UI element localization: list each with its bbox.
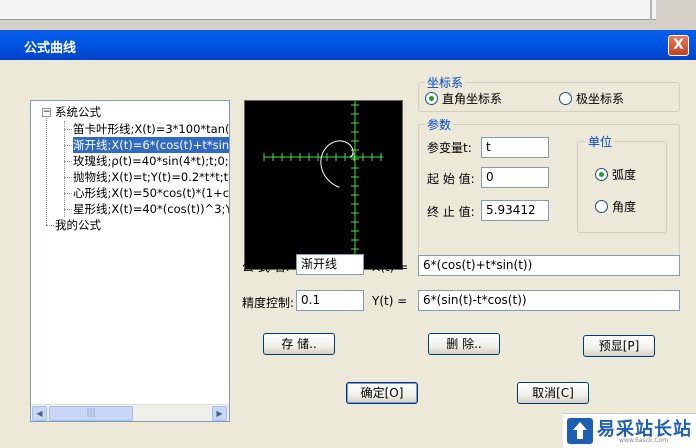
parameters-group: 参数 参变量t: t 起 始 值: 0 终 止 值: 5.93412 单位 弧度… <box>418 116 680 272</box>
y-formula-input[interactable]: 6*(sin(t)-t*cos(t)) <box>418 290 680 311</box>
tree-item-formula[interactable]: 玫瑰线;ρ(t)=40*sin(4*t);t;0;36 <box>73 153 229 169</box>
x-formula-label: X(t) = <box>372 260 409 274</box>
collapse-icon[interactable]: − <box>42 108 51 117</box>
formula-name-label: 公 式 名: <box>242 260 290 274</box>
logo-icon <box>567 418 593 444</box>
curve-preview <box>244 100 403 270</box>
radio-unchecked-icon[interactable] <box>559 92 572 105</box>
formula-tree[interactable]: − 系统公式 笛卡叶形线;X(t)=3*100*tan(t) 渐开线;X(t)=… <box>30 100 230 422</box>
x-formula-input[interactable]: 6*(cos(t)+t*sin(t)) <box>418 255 680 276</box>
unit-group: 单位 弧度 角度 <box>577 133 667 233</box>
delete-button[interactable]: 删 除.. <box>428 333 500 355</box>
polar-radio[interactable]: 极坐标系 <box>559 90 624 107</box>
polar-label: 极坐标系 <box>576 92 625 106</box>
tree-item-formula[interactable]: 星形线;X(t)=40*(cos(t))^3;Y(t <box>73 201 229 217</box>
cancel-button[interactable]: 取消[C] <box>517 382 589 404</box>
precision-label: 精度控制: <box>242 296 295 310</box>
radio-checked-icon[interactable] <box>425 92 438 105</box>
tree-item-formula-selected[interactable]: 渐开线;X(t)=6*(cos(t)+t*sin(t) <box>73 137 229 153</box>
degree-radio[interactable]: 角度 <box>595 198 636 215</box>
tree-content: − 系统公式 笛卡叶形线;X(t)=3*100*tan(t) 渐开线;X(t)=… <box>31 101 229 404</box>
background-divider <box>650 0 652 20</box>
tree-item-my-formulas[interactable]: 我的公式 <box>55 217 101 233</box>
tree-item-formula[interactable]: 笛卡叶形线;X(t)=3*100*tan(t) <box>73 121 229 137</box>
curve-preview-canvas <box>263 101 383 269</box>
coordinate-system-group: 坐标系 直角坐标系 极坐标系 <box>418 74 680 112</box>
tree-line <box>64 129 72 130</box>
unit-title: 单位 <box>586 133 615 150</box>
cartesian-radio[interactable]: 直角坐标系 <box>425 90 502 107</box>
logo-subtext: www.Easck.Com <box>619 437 669 444</box>
horizontal-scrollbar[interactable]: ◀ ||| ▶ <box>31 404 229 421</box>
background-toolbar <box>0 0 656 20</box>
tree-line <box>64 145 72 146</box>
save-button[interactable]: 存 储.. <box>263 333 335 355</box>
cartesian-label: 直角坐标系 <box>442 92 503 106</box>
start-value-input[interactable]: 0 <box>481 167 549 188</box>
radian-radio[interactable]: 弧度 <box>595 166 636 183</box>
scrollbar-thumb[interactable]: ||| <box>49 406 133 421</box>
variable-input[interactable]: t <box>481 137 549 158</box>
tree-line <box>46 113 47 225</box>
axis-ticks <box>263 104 382 259</box>
tree-line <box>64 209 72 210</box>
preview-button[interactable]: 预显[P] <box>583 335 655 357</box>
degree-label: 角度 <box>612 200 637 214</box>
end-value-input[interactable]: 5.93412 <box>481 200 549 221</box>
dialog-title: 公式曲线 <box>24 41 77 56</box>
close-button[interactable]: X <box>668 35 689 56</box>
tree-item-formula[interactable]: 心形线;X(t)=50*cos(t)*(1+cos <box>73 185 229 201</box>
radian-label: 弧度 <box>612 168 637 182</box>
scroll-left-icon[interactable]: ◀ <box>32 406 47 421</box>
parameters-title: 参数 <box>425 116 454 133</box>
tree-item-system-formulas[interactable]: 系统公式 <box>55 104 101 120</box>
coordinate-system-title: 坐标系 <box>425 74 466 91</box>
tree-line <box>64 161 72 162</box>
ok-button[interactable]: 确定[O] <box>346 382 418 404</box>
tree-item-formula[interactable]: 抛物线;X(t)=t;Y(t)=0.2*t*t;t;- <box>73 169 229 185</box>
precision-input[interactable]: 0.1 <box>296 290 364 311</box>
start-value-label: 起 始 值: <box>427 172 475 186</box>
variable-label: 参变量t: <box>427 141 472 155</box>
site-logo: 易采站长站 www.Easck.Com <box>563 413 696 448</box>
tree-line <box>64 121 65 217</box>
end-value-label: 终 止 值: <box>427 205 475 219</box>
formula-name-input[interactable]: 渐开线 <box>296 254 364 275</box>
title-bar[interactable]: 公式曲线 X <box>0 30 696 60</box>
radio-checked-icon[interactable] <box>595 168 608 181</box>
scroll-right-icon[interactable]: ▶ <box>212 406 227 421</box>
y-formula-label: Y(t) = <box>372 294 408 308</box>
radio-unchecked-icon[interactable] <box>595 200 608 213</box>
involute-curve <box>320 140 354 188</box>
tree-line <box>64 177 72 178</box>
tree-line <box>46 225 54 226</box>
tree-line <box>64 193 72 194</box>
formula-curve-dialog: 公式曲线 X − 系统公式 笛卡叶形线;X(t)=3*100*tan(t) 渐开… <box>0 30 696 448</box>
